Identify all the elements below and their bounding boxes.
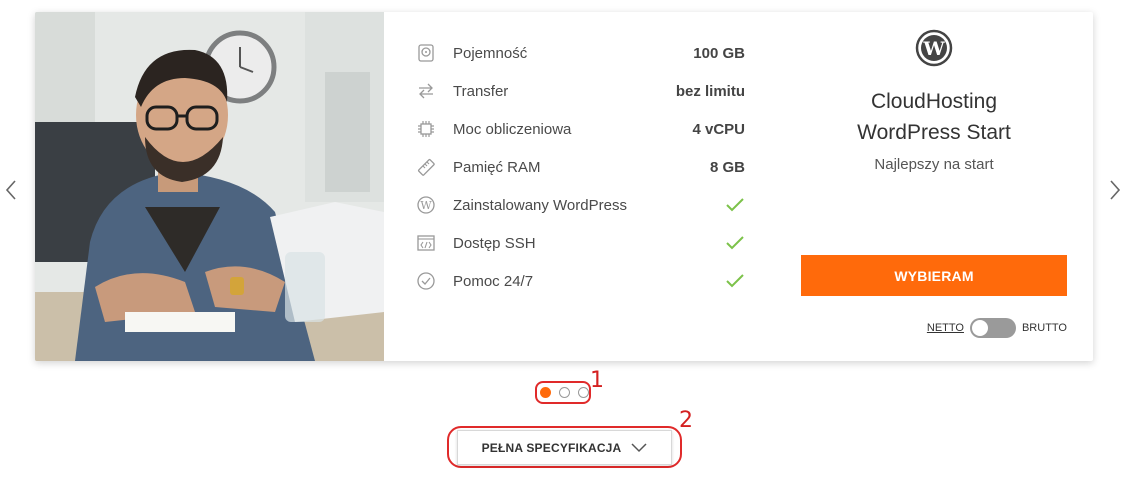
code-window-icon	[415, 232, 437, 254]
spec-value: 100 GB	[693, 44, 745, 62]
annotation-marker-1: 1	[590, 368, 604, 393]
netto-brutto-switch[interactable]	[969, 318, 1016, 338]
spec-label: Pomoc 24/7	[453, 272, 534, 290]
carousel-prev-button[interactable]	[4, 178, 18, 202]
check-icon	[725, 273, 745, 289]
carousel-dots	[540, 387, 589, 398]
carousel-next-button[interactable]	[1108, 178, 1122, 202]
spec-row-ram: Pamięć RAM 8 GB	[415, 148, 745, 186]
spec-row-cpu: Moc obliczeniowa 4 vCPU	[415, 110, 745, 148]
spec-row-storage: Pojemność 100 GB	[415, 34, 745, 72]
spec-label: Pamięć RAM	[453, 158, 541, 176]
spec-value: 8 GB	[709, 158, 745, 176]
offer-title-line1: CloudHosting	[870, 90, 998, 113]
offer-subtitle: Najlepszy na start	[874, 156, 994, 173]
offer-photo	[35, 12, 384, 361]
annotation-marker-2: 2	[679, 408, 693, 433]
check-icon	[725, 235, 745, 251]
full-spec-label: PEŁNA SPECYFIKACJA	[481, 440, 622, 455]
ram-icon	[415, 156, 437, 178]
carousel-dot-1[interactable]	[540, 387, 551, 398]
offer-title: CloudHosting WordPress Start	[801, 86, 1067, 148]
carousel-dot-2[interactable]	[559, 387, 570, 398]
spec-label: Transfer	[453, 82, 509, 100]
check-circle-icon	[415, 270, 437, 292]
check-icon	[725, 197, 745, 213]
choose-button[interactable]: WYBIERAM	[801, 255, 1067, 296]
offer-panel: W CloudHosting WordPress Start Najlepszy…	[801, 12, 1067, 361]
offer-title-line2: WordPress Start	[857, 121, 1011, 144]
spec-row-transfer: Transfer bez limitu	[415, 72, 745, 110]
chevron-down-icon	[631, 442, 647, 453]
man-writing-illustration	[35, 12, 384, 361]
transfer-arrows-icon	[415, 80, 437, 102]
spec-label: Pojemność	[453, 44, 528, 62]
offer-card: Pojemność 100 GB Transfer bez limitu Moc…	[35, 12, 1093, 361]
spec-row-ssh: Dostęp SSH	[415, 224, 745, 262]
price-toggle: NETTO BRUTTO	[927, 318, 1067, 338]
spec-label: Moc obliczeniowa	[453, 120, 572, 138]
switch-knob	[971, 320, 988, 336]
svg-text:W: W	[922, 38, 945, 60]
wordpress-icon: W	[415, 194, 437, 216]
spec-label: Dostęp SSH	[453, 234, 536, 252]
spec-label: Zainstalowany WordPress	[453, 196, 627, 214]
chevron-left-icon	[5, 180, 16, 200]
spec-row-support: Pomoc 24/7	[415, 262, 745, 300]
hdd-icon	[415, 42, 437, 64]
svg-text:W: W	[420, 199, 432, 212]
full-spec-button[interactable]: PEŁNA SPECYFIKACJA	[457, 430, 672, 465]
brutto-label[interactable]: BRUTTO	[1022, 322, 1067, 334]
spec-value: 4 vCPU	[692, 120, 745, 138]
wordpress-logo-icon: W	[915, 29, 953, 67]
cpu-icon	[415, 118, 437, 140]
netto-label[interactable]: NETTO	[927, 322, 964, 334]
chevron-right-icon	[1110, 180, 1121, 200]
spec-row-wordpress: W Zainstalowany WordPress	[415, 186, 745, 224]
carousel-dot-3[interactable]	[578, 387, 589, 398]
spec-value: bez limitu	[675, 82, 745, 100]
spec-list: Pojemność 100 GB Transfer bez limitu Moc…	[415, 34, 745, 300]
